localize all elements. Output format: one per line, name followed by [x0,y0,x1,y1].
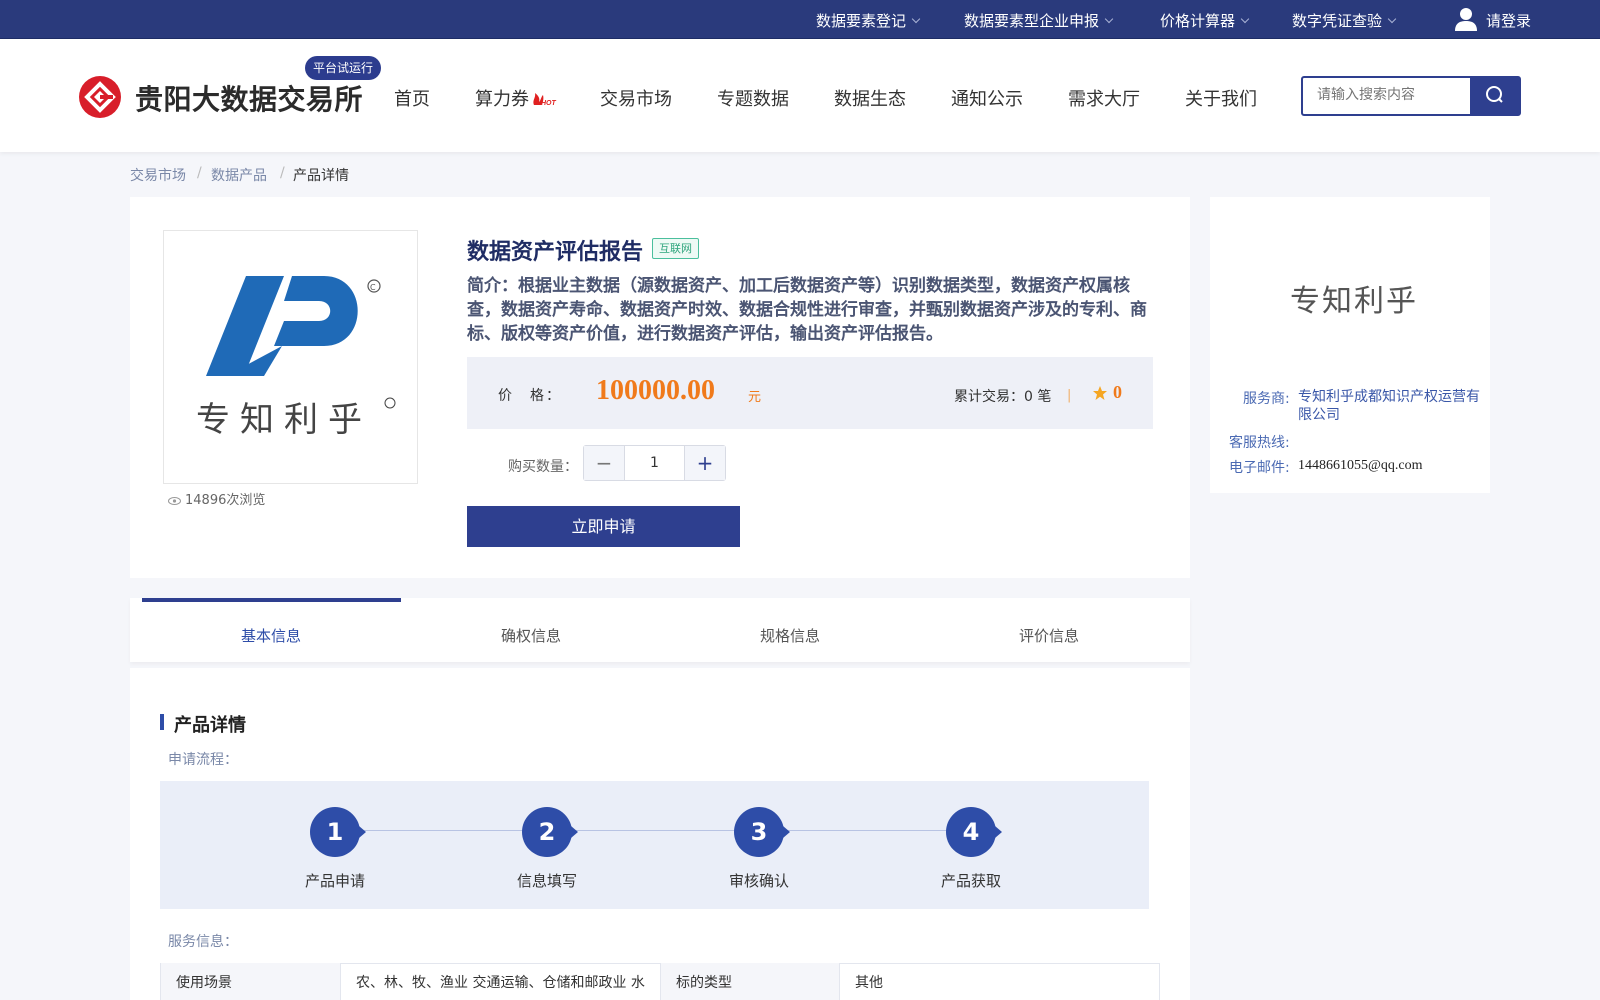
user-icon[interactable] [1454,6,1478,32]
nav-home[interactable]: 首页 [394,85,430,111]
nav-demand-hall[interactable]: 需求大厅 [1068,85,1140,111]
table-cell-key: 标的类型 [661,963,839,1000]
product-description: 简介：根据业主数据（源数据资产、加工后数据资产等）识别数据类型，数据资产权属核查… [467,276,1147,344]
increase-button[interactable]: + [684,446,725,480]
table-cell-value: 农、林、牧、渔业 交通运输、仓储和邮政业 水 [356,975,645,991]
chevron-down-icon [1104,14,1114,24]
breadcrumb-trade-market[interactable]: 交易市场 [130,165,186,185]
site-name[interactable]: 贵阳大数据交易所 [135,78,363,118]
nav-trade-market[interactable]: 交易市场 [600,85,672,111]
seller-logo: 专知利乎 [1290,284,1418,319]
step-label: 审核确认 [728,872,789,890]
chevron-down-icon [911,14,921,24]
star-icon [1093,386,1107,400]
provider-label: 服务商: [1243,391,1290,407]
svg-text:C: C [370,283,376,292]
step-label: 信息填写 [516,872,577,890]
topbar-link-enterprise-declaration[interactable]: 数据要素型企业申报 [964,10,1114,31]
step-number: 2 [522,807,578,857]
hot-badge-icon: HOT [533,93,557,107]
quantity-label: 购买数量： [508,459,578,475]
product-image: C 专知利乎 [163,230,418,484]
email-label: 电子邮件: [1229,460,1290,476]
price-label: 价 格： [498,388,562,404]
beta-badge: 平台试运行 [305,56,382,80]
search-input[interactable] [1317,86,1467,102]
active-tab-indicator [142,598,401,602]
process-connector [335,830,970,831]
tab-rights-info[interactable]: 确权信息 [501,625,561,646]
svg-text:专知利乎: 专知利乎 [196,400,372,440]
breadcrumb-separator: / [197,165,202,181]
chevron-down-icon [1240,14,1250,24]
step-number: 1 [310,807,366,857]
step-number: 4 [946,807,1002,857]
section-marker [160,714,164,730]
category-tag: 互联网 [652,238,699,259]
rating-value: 0 [1113,382,1122,402]
search-button[interactable] [1470,76,1520,116]
hotline-label: 客服热线: [1229,435,1290,451]
section-title: 产品详情 [174,715,246,736]
login-link[interactable]: 请登录 [1486,10,1531,31]
provider-name[interactable]: 专知利乎成都知识产权运营有限公司 [1298,388,1483,424]
nav-data-ecosystem[interactable]: 数据生态 [834,85,906,111]
chevron-down-icon [1387,14,1397,24]
nav-about-us[interactable]: 关于我们 [1185,85,1257,111]
quantity-stepper: − 1 + [583,445,726,481]
breadcrumb-data-products[interactable]: 数据产品 [211,165,267,185]
quantity-value[interactable]: 1 [625,446,684,480]
topbar-link-data-registration[interactable]: 数据要素登记 [816,10,921,31]
price-value: 100000.00 [596,375,715,406]
trade-count: 累计交易：0 笔 [954,389,1052,405]
table-cell-key: 使用场景 [161,963,340,1000]
tab-review-info[interactable]: 评价信息 [1019,625,1079,646]
apply-button[interactable]: 立即申请 [467,506,740,547]
product-title: 数据资产评估报告 [467,240,644,265]
step-label: 产品申请 [304,872,365,890]
topbar-link-voucher-check[interactable]: 数字凭证查验 [1292,10,1397,31]
step-label: 产品获取 [940,872,1001,890]
price-unit: 元 [748,390,762,405]
search-icon [1486,86,1503,103]
nav-topic-data[interactable]: 专题数据 [717,85,789,111]
email-value: 1448661055@qq.com [1298,458,1423,473]
view-count: 14896次浏览 [168,489,265,508]
decrease-button[interactable]: − [584,446,625,480]
step-number: 3 [734,807,790,857]
process-label: 申请流程： [168,752,238,768]
eye-icon [168,496,181,505]
tab-spec-info[interactable]: 规格信息 [760,625,820,646]
topbar-link-price-calculator[interactable]: 价格计算器 [1160,10,1250,31]
tab-basic-info[interactable]: 基本信息 [241,625,301,646]
nav-compute-voucher[interactable]: 算力券 [475,85,529,111]
nav-notices[interactable]: 通知公示 [951,85,1023,111]
top-bar: 数据要素登记 数据要素型企业申报 价格计算器 数字凭证查验 请登录 [0,0,1600,39]
logo-icon[interactable] [79,76,121,118]
breadcrumb-separator: / [280,165,285,181]
breadcrumb-current: 产品详情 [293,168,349,184]
divider: | [1067,388,1072,403]
service-info-label: 服务信息： [168,934,238,950]
svg-text:HOT: HOT [541,100,557,107]
table-cell-value: 其他 [855,975,883,991]
